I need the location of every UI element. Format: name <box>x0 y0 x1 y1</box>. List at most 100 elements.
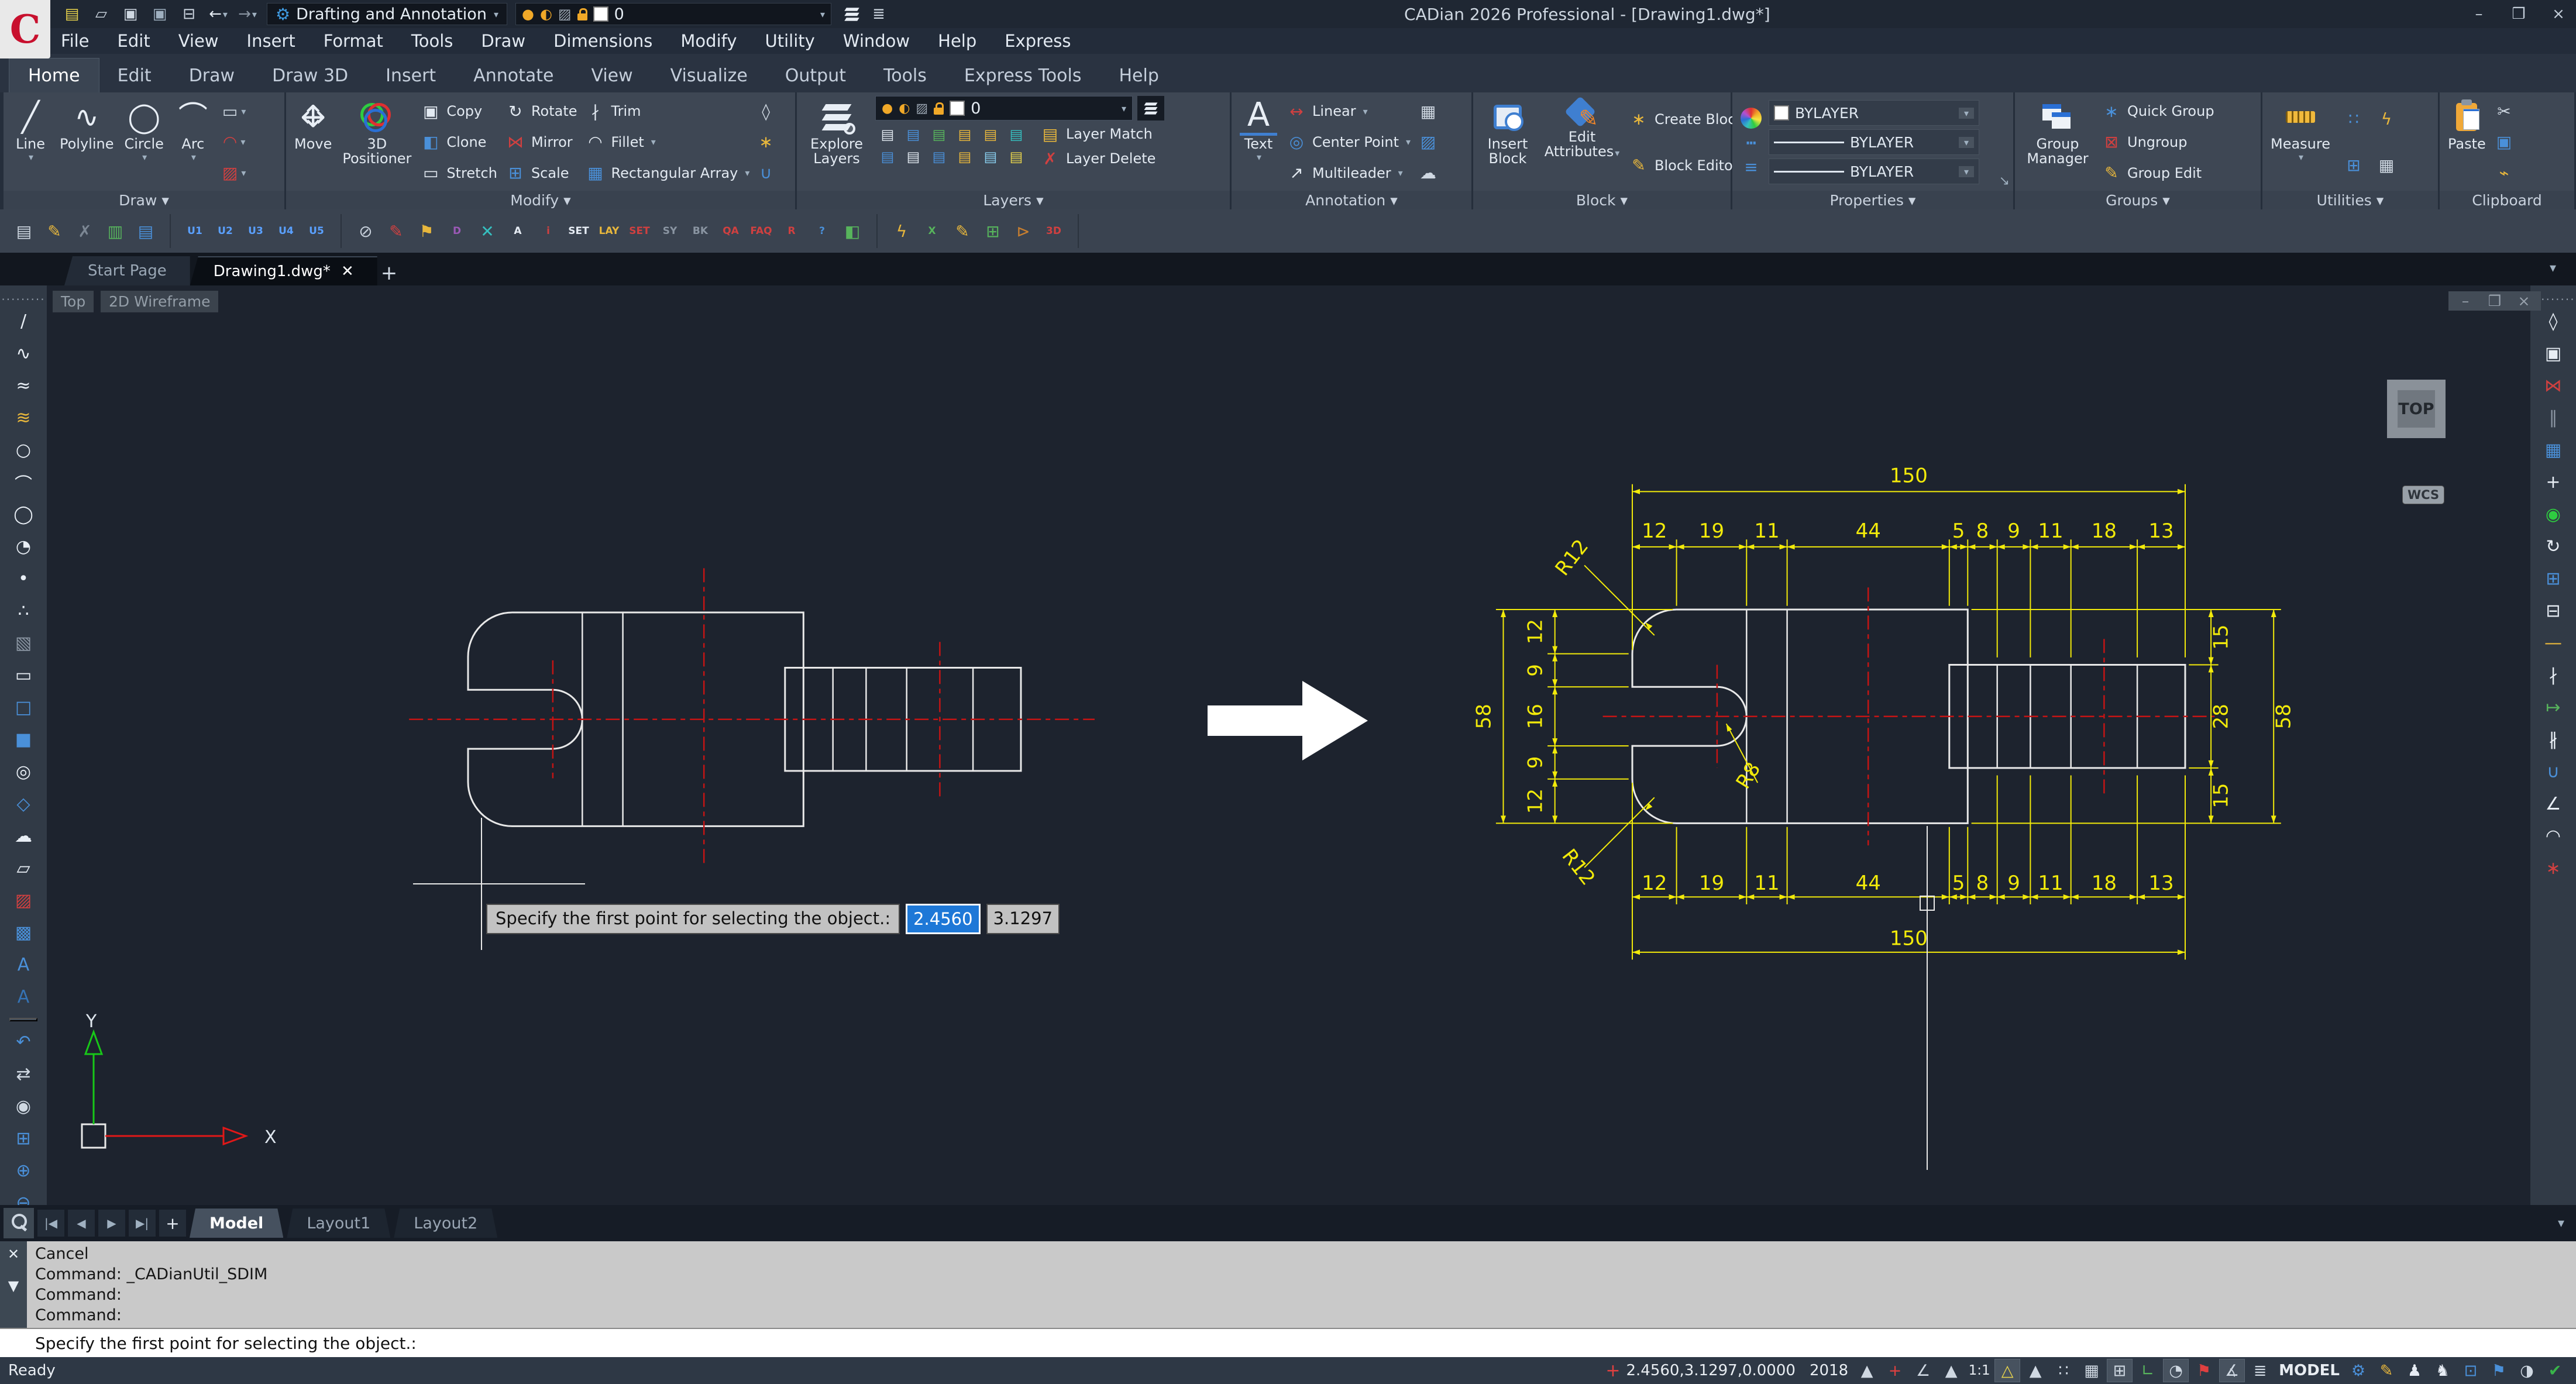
arc-button[interactable]: ⌒Arc▾ <box>171 96 215 188</box>
tool-button[interactable]: ▧ <box>7 627 40 659</box>
tool-button[interactable]: ☁ <box>7 820 40 852</box>
close-button[interactable]: × <box>2547 5 2570 23</box>
panel-label-layers[interactable]: Layers▾ <box>797 191 1230 209</box>
tool-button[interactable]: ∦ <box>2537 724 2570 756</box>
toolbar-button[interactable]: ✎ <box>949 218 976 245</box>
linear-dimension-button[interactable]: ↔Linear▾ <box>1284 102 1413 121</box>
toolbar-button[interactable]: ✎ <box>383 218 410 245</box>
panel-launcher-icon[interactable]: ↘ <box>1999 174 2010 188</box>
tool-button[interactable]: ⊕ <box>7 1155 40 1187</box>
toolbar-button[interactable]: U2 <box>212 218 239 245</box>
tool-button[interactable]: ↶ <box>7 1026 40 1058</box>
toolbar-button[interactable]: U5 <box>303 218 330 245</box>
dynamic-input-x[interactable]: 2.4560 <box>906 904 980 934</box>
layer-tool-button[interactable]: ▤ <box>1004 146 1029 167</box>
polyline-button[interactable]: ∿Polyline <box>56 96 117 188</box>
rotate-button[interactable]: ↻Rotate <box>503 102 580 121</box>
rectangle-button[interactable]: ▭▾ <box>219 101 250 122</box>
last-tab-button[interactable]: ▶| <box>129 1210 156 1237</box>
lineweight-select[interactable]: BYLAYER▾ <box>1769 129 1979 155</box>
menu-item[interactable]: Dimensions <box>553 31 652 51</box>
chevron-down-icon[interactable]: ▼ <box>8 1278 19 1294</box>
layer-explore-button[interactable] <box>838 3 865 25</box>
toolbar-button[interactable]: ? <box>809 218 835 245</box>
app-logo-icon[interactable]: C <box>0 0 50 58</box>
toolbar-button[interactable]: U3 <box>242 218 269 245</box>
toolbar-button[interactable]: FAQ <box>748 218 775 245</box>
linetype-select[interactable]: BYLAYER▾ <box>1769 159 1979 184</box>
layer-tool-button[interactable]: ▤ <box>978 124 1003 145</box>
multileader-button[interactable]: ↗Multileader▾ <box>1284 163 1413 183</box>
layer-quick-control[interactable]: ● ◐ ▨ 0 ▾ <box>515 3 831 25</box>
layer-tool-button[interactable]: ▤ <box>927 124 951 145</box>
color-picker-button[interactable] <box>1737 107 1765 129</box>
center-point-button[interactable]: ◎Center Point▾ <box>1284 132 1413 152</box>
quick-access-button[interactable]: ▱▾ <box>88 3 115 25</box>
panel-label-block[interactable]: Block▾ <box>1473 191 1731 209</box>
toolbar-button[interactable]: BK <box>687 218 714 245</box>
tool-button[interactable]: ∗ <box>2537 852 2570 884</box>
quick-access-button[interactable]: ←▾ <box>205 3 232 25</box>
workspace-switcher[interactable]: ⚙ Drafting and Annotation ▾ <box>267 3 507 25</box>
ungroup-button[interactable]: ⊠Ungroup <box>2099 132 2217 152</box>
status-toggle[interactable]: ✎ <box>2374 1359 2399 1382</box>
insert-block-button[interactable]: Insert Block <box>1478 96 1538 188</box>
toolbar-button[interactable]: ▤ <box>132 218 159 245</box>
status-toggle[interactable]: ∷ <box>2051 1359 2076 1382</box>
toolbar-button[interactable]: ✗ <box>71 218 98 245</box>
group-manager-button[interactable]: Group Manager <box>2020 96 2096 188</box>
status-toggle[interactable]: + <box>1882 1359 1908 1382</box>
toolbar-button[interactable]: ✎ <box>41 218 68 245</box>
next-tab-button[interactable]: ▶ <box>98 1210 125 1237</box>
restore-button[interactable]: ❒ <box>2507 5 2530 23</box>
tool-button[interactable]: — <box>2537 627 2570 659</box>
tool-button[interactable]: ∴ <box>7 595 40 627</box>
tool-button[interactable]: ▭ <box>7 659 40 691</box>
status-toggle[interactable]: ▦ <box>2079 1359 2104 1382</box>
quick-access-button[interactable]: →▾ <box>234 3 261 25</box>
tool-button[interactable]: ▨ <box>7 884 40 917</box>
menu-item[interactable]: Help <box>938 31 976 51</box>
tool-button[interactable]: ⊞ <box>7 1123 40 1155</box>
toolbar-button[interactable]: SET <box>565 218 592 245</box>
copy-clip-button[interactable]: ▣ <box>2493 132 2515 152</box>
toolbar-button[interactable]: ⚑ <box>413 218 440 245</box>
space-toggle[interactable]: MODEL <box>2279 1362 2340 1379</box>
tool-button[interactable]: ≋ <box>7 402 40 434</box>
layer-tool-button[interactable]: ▤ <box>952 124 977 145</box>
tab-start-page[interactable]: Start Page <box>64 256 190 285</box>
minimize-button[interactable]: – <box>2467 5 2491 23</box>
erase-button[interactable]: ◊ <box>755 101 776 122</box>
tool-button[interactable]: ◎ <box>7 756 40 788</box>
tool-button[interactable]: ≈ <box>7 370 40 402</box>
table-button[interactable]: ▦ <box>1416 101 1440 122</box>
menu-item[interactable]: Utility <box>765 31 814 51</box>
toolbar-button[interactable]: R <box>778 218 805 245</box>
line-button[interactable]: ╱Line▾ <box>8 96 53 188</box>
tool-button[interactable]: ⇄ <box>7 1058 40 1090</box>
layer-tool-button[interactable]: ▤ <box>978 146 1003 167</box>
status-toggle[interactable]: ♟ <box>2402 1359 2427 1382</box>
panel-label-annotation[interactable]: Annotation▾ <box>1232 191 1471 209</box>
hatch-annotation-button[interactable]: ▨ <box>1416 132 1440 152</box>
command-input[interactable]: Specify the first point for selecting th… <box>0 1328 2576 1357</box>
measure-button[interactable]: Measure▾ <box>2267 96 2334 188</box>
layer-delete-button[interactable]: ✗Layer Delete <box>1038 149 1158 168</box>
ribbon-tab[interactable]: Output <box>766 58 865 92</box>
ribbon-tab[interactable]: Edit <box>99 58 170 92</box>
tool-button[interactable]: ∥ <box>2537 402 2570 434</box>
tool-button[interactable]: ◠ <box>2537 820 2570 852</box>
coordinates-display[interactable]: 2.4560,3.1297,0.0000 <box>1626 1362 1795 1379</box>
clone-button[interactable]: ◧Clone <box>418 132 500 152</box>
viewport-view-label[interactable]: Top <box>53 291 94 312</box>
close-button[interactable]: × <box>2512 292 2536 309</box>
status-toggle[interactable]: ◑ <box>2514 1359 2540 1382</box>
layer-match-button[interactable]: ▤Layer Match <box>1038 125 1158 144</box>
ribbon-tab[interactable]: View <box>572 58 651 92</box>
lineweight-button[interactable]: ≡ <box>1737 157 1765 177</box>
group-edit-button[interactable]: ✎Group Edit <box>2099 163 2217 183</box>
dwg-format[interactable]: 2018 <box>1810 1362 1848 1379</box>
toolbar-button[interactable]: ✕ <box>474 218 501 245</box>
menu-item[interactable]: View <box>178 31 219 51</box>
ribbon-tab[interactable]: Draw <box>170 58 253 92</box>
